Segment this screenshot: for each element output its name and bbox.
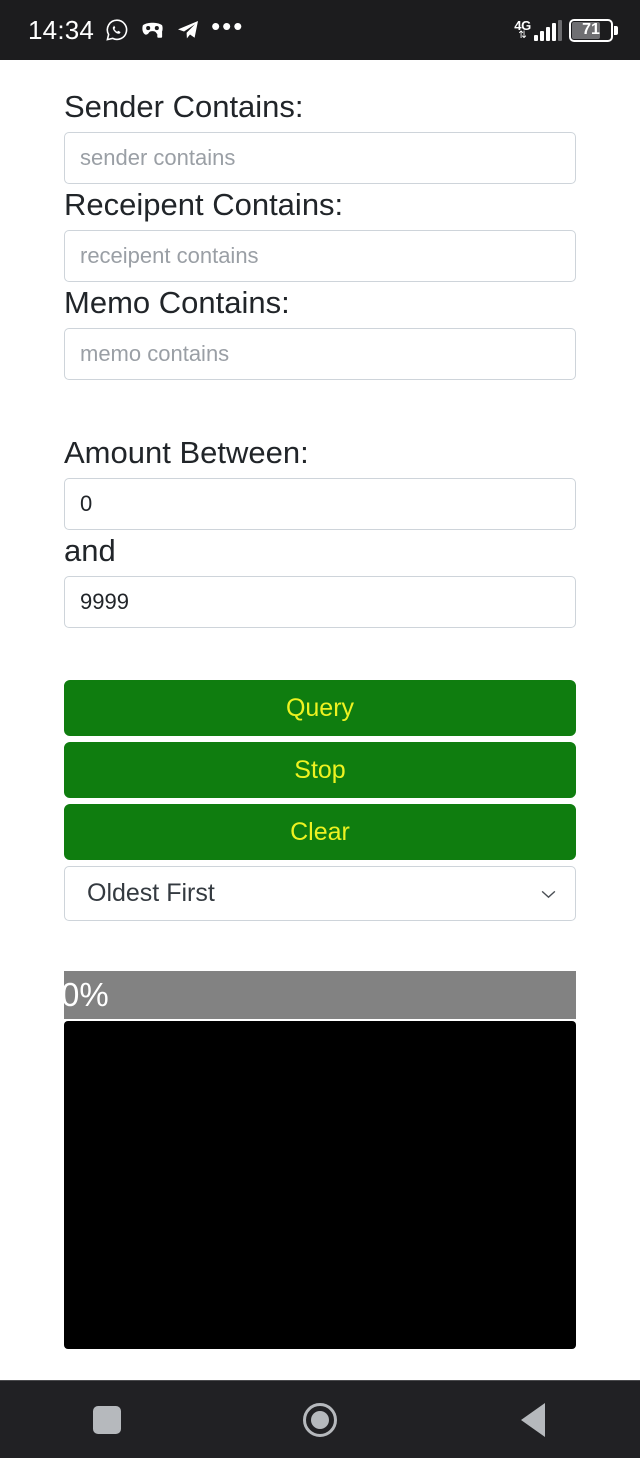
sort-order-value[interactable]: Oldest First [64, 866, 576, 921]
results-console[interactable] [64, 1021, 576, 1349]
status-bar-left: 14:34 ••• [28, 11, 245, 46]
back-triangle-icon [521, 1402, 546, 1437]
whatsapp-icon [105, 18, 129, 42]
amount-and-label: and [64, 533, 116, 568]
memo-input[interactable] [64, 328, 576, 380]
recents-button[interactable] [52, 1381, 162, 1458]
sort-order-select[interactable]: Oldest First [64, 866, 576, 921]
status-bar-right: 4G ⇅ 71 [514, 17, 618, 42]
query-button[interactable]: Query [64, 680, 576, 736]
buttons-spacer [64, 628, 576, 680]
amount-between-label: Amount Between: [64, 435, 309, 470]
status-bar: 14:34 ••• 4G ⇅ 71 [0, 0, 640, 60]
recipient-label: Receipent Contains: [64, 187, 344, 222]
progress-percent-label: 0% [61, 976, 109, 1013]
results-panel: 0% [61, 971, 576, 1349]
battery-level: 71 [582, 21, 600, 38]
home-circle-icon [302, 1402, 337, 1437]
game-mask-icon [140, 19, 165, 41]
sender-input[interactable] [64, 132, 576, 184]
signal-indicator: 4G ⇅ [514, 17, 562, 41]
network-type: 4G ⇅ [514, 17, 531, 41]
progress-bar: 0% [61, 971, 576, 1019]
phone-screen: 14:34 ••• 4G ⇅ 71 Sender Contains: sende… [0, 0, 640, 1458]
more-icon: ••• [211, 11, 245, 41]
signal-bars-icon [534, 19, 562, 41]
data-arrows-icon: ⇅ [518, 29, 527, 41]
battery-icon: 71 [569, 18, 618, 42]
sender-label: Sender Contains: [64, 89, 304, 124]
memo-label: Memo Contains: [64, 285, 290, 320]
recents-square-icon [92, 1405, 121, 1434]
home-button[interactable] [265, 1381, 375, 1458]
main-content: Sender Contains: Receipent Contains: Mem… [0, 60, 640, 1378]
android-navigation-bar [0, 1380, 640, 1458]
stop-button[interactable]: Stop [64, 742, 576, 798]
amount-max-input[interactable] [64, 576, 576, 628]
clear-button[interactable]: Clear [64, 804, 576, 860]
back-button[interactable] [478, 1381, 588, 1458]
amount-min-input[interactable] [64, 478, 576, 530]
status-time: 14:34 [28, 14, 95, 45]
telegram-icon [176, 18, 200, 42]
recipient-input[interactable] [64, 230, 576, 282]
